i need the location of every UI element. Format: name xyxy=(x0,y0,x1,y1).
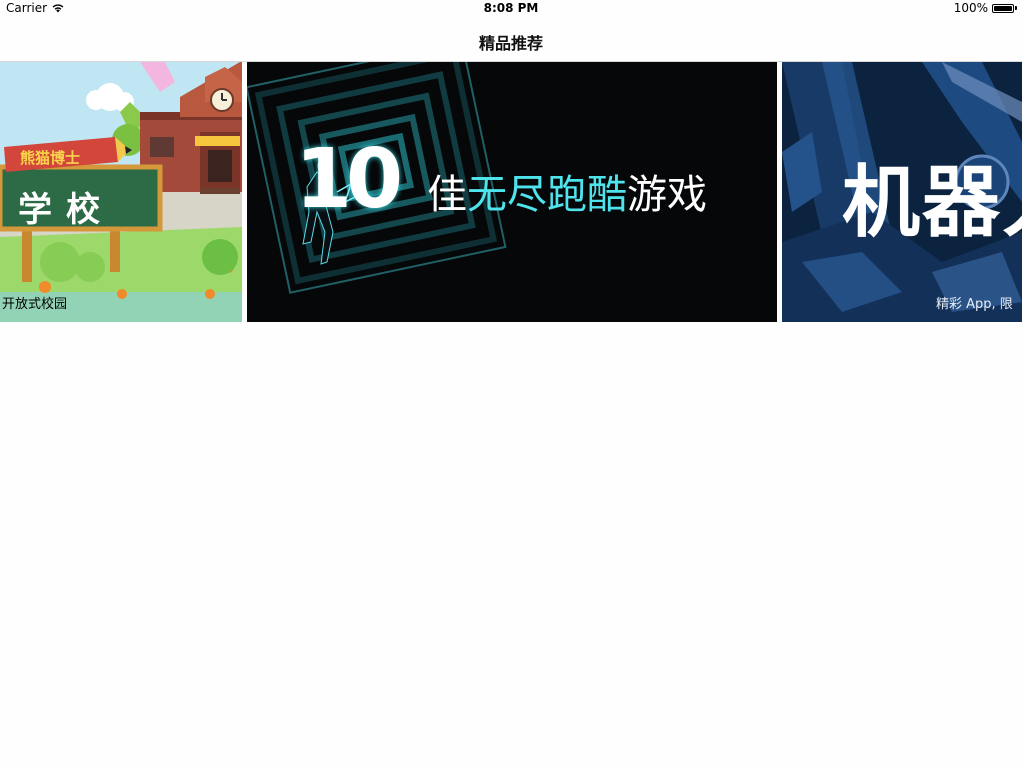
featured-carousel[interactable]: 熊猫博士 学校 开放式校园 10 佳无尽跑酷游戏 机器 精彩 App, 限 xyxy=(0,62,1022,322)
banner-card-robots[interactable]: 机器人 精彩 App, 限 xyxy=(782,62,1022,322)
content-area xyxy=(0,322,1022,766)
banner-card-school[interactable]: 熊猫博士 学校 开放式校园 xyxy=(0,62,242,322)
banner-caption: 精彩 App, 限 xyxy=(936,297,1013,312)
navigation-bar: 精品推荐 xyxy=(0,18,1022,62)
battery-indicator: 100% xyxy=(954,1,1017,15)
headline-suffix: 游戏 xyxy=(627,172,707,218)
banner-caption: 开放式校园 xyxy=(2,297,68,312)
headline-highlight: 无尽跑酷 xyxy=(467,172,627,218)
status-bar: Carrier 8:08 PM 100% xyxy=(0,0,1022,18)
battery-icon xyxy=(992,3,1014,13)
ranking-number: 10 xyxy=(295,132,403,227)
banner-headline: 佳无尽跑酷游戏 xyxy=(427,162,707,220)
chalkboard-text: 学校 xyxy=(18,190,114,230)
headline-prefix: 佳 xyxy=(427,172,467,218)
banner-card-runner-games[interactable]: 10 佳无尽跑酷游戏 xyxy=(247,62,777,322)
battery-percent: 100% xyxy=(953,1,988,15)
banner-title: 机器人 xyxy=(842,158,1022,248)
pencil-brand-text: 熊猫博士 xyxy=(20,149,81,167)
status-time: 8:08 PM xyxy=(483,1,539,15)
page-title: 精品推荐 xyxy=(478,34,543,53)
